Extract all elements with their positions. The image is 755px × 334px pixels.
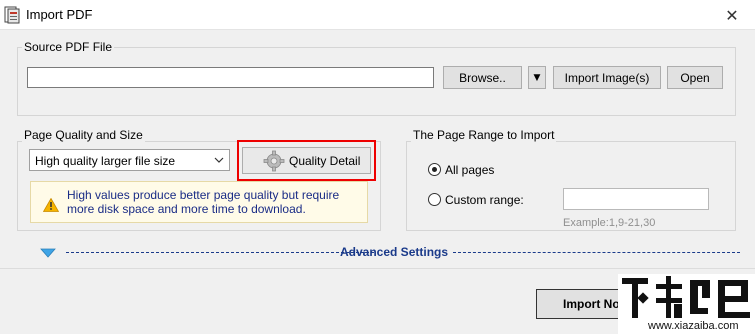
advanced-settings-label[interactable]: Advanced Settings	[340, 245, 448, 259]
source-pdf-group-label: Source PDF File	[22, 40, 115, 54]
custom-range-input[interactable]	[563, 188, 709, 210]
highlight-box	[237, 140, 376, 181]
browse-dropdown-button[interactable]: ▼	[528, 66, 546, 89]
source-path-input[interactable]	[27, 67, 434, 88]
custom-range-example: Example:1,9-21,30	[563, 217, 656, 229]
advanced-divider-right	[453, 252, 740, 253]
open-button-label: Open	[680, 70, 710, 85]
footer-separator	[0, 268, 755, 269]
custom-range-radio[interactable]	[428, 193, 441, 206]
quality-info-text: High values produce better page quality …	[67, 188, 340, 216]
watermark-url: www.xiazaiba.com	[648, 320, 739, 332]
quality-info-box: High values produce better page quality …	[30, 181, 368, 223]
open-button[interactable]: Open	[667, 66, 723, 89]
all-pages-radio[interactable]	[428, 163, 441, 176]
chevron-down-icon: ▼	[533, 72, 541, 83]
chevron-down-icon	[214, 157, 224, 163]
page-quality-group-label: Page Quality and Size	[22, 128, 145, 142]
custom-range-label[interactable]: Custom range:	[445, 193, 524, 207]
quality-select[interactable]: High quality larger file size	[29, 149, 230, 171]
all-pages-label[interactable]: All pages	[445, 163, 494, 177]
advanced-divider-left	[66, 252, 374, 253]
close-icon: ✕	[725, 5, 739, 25]
warning-icon	[43, 198, 59, 212]
window-title: Import PDF	[26, 7, 93, 22]
pdf-app-icon	[4, 6, 20, 24]
site-watermark: www.xiazaiba.com	[618, 274, 755, 334]
browse-button[interactable]: Browse..	[443, 66, 522, 89]
quality-select-value: High quality larger file size	[35, 154, 176, 168]
import-images-button-label: Import Image(s)	[564, 70, 650, 85]
title-bar: Import PDF ✕	[0, 0, 755, 30]
expand-down-icon[interactable]	[40, 248, 56, 258]
advanced-settings-row[interactable]: Advanced Settings	[40, 244, 740, 260]
browse-button-label: Browse..	[459, 70, 506, 85]
watermark-logo	[622, 276, 750, 318]
import-images-button[interactable]: Import Image(s)	[553, 66, 661, 89]
page-range-group-label: The Page Range to Import	[411, 128, 557, 142]
close-button[interactable]: ✕	[709, 0, 755, 30]
